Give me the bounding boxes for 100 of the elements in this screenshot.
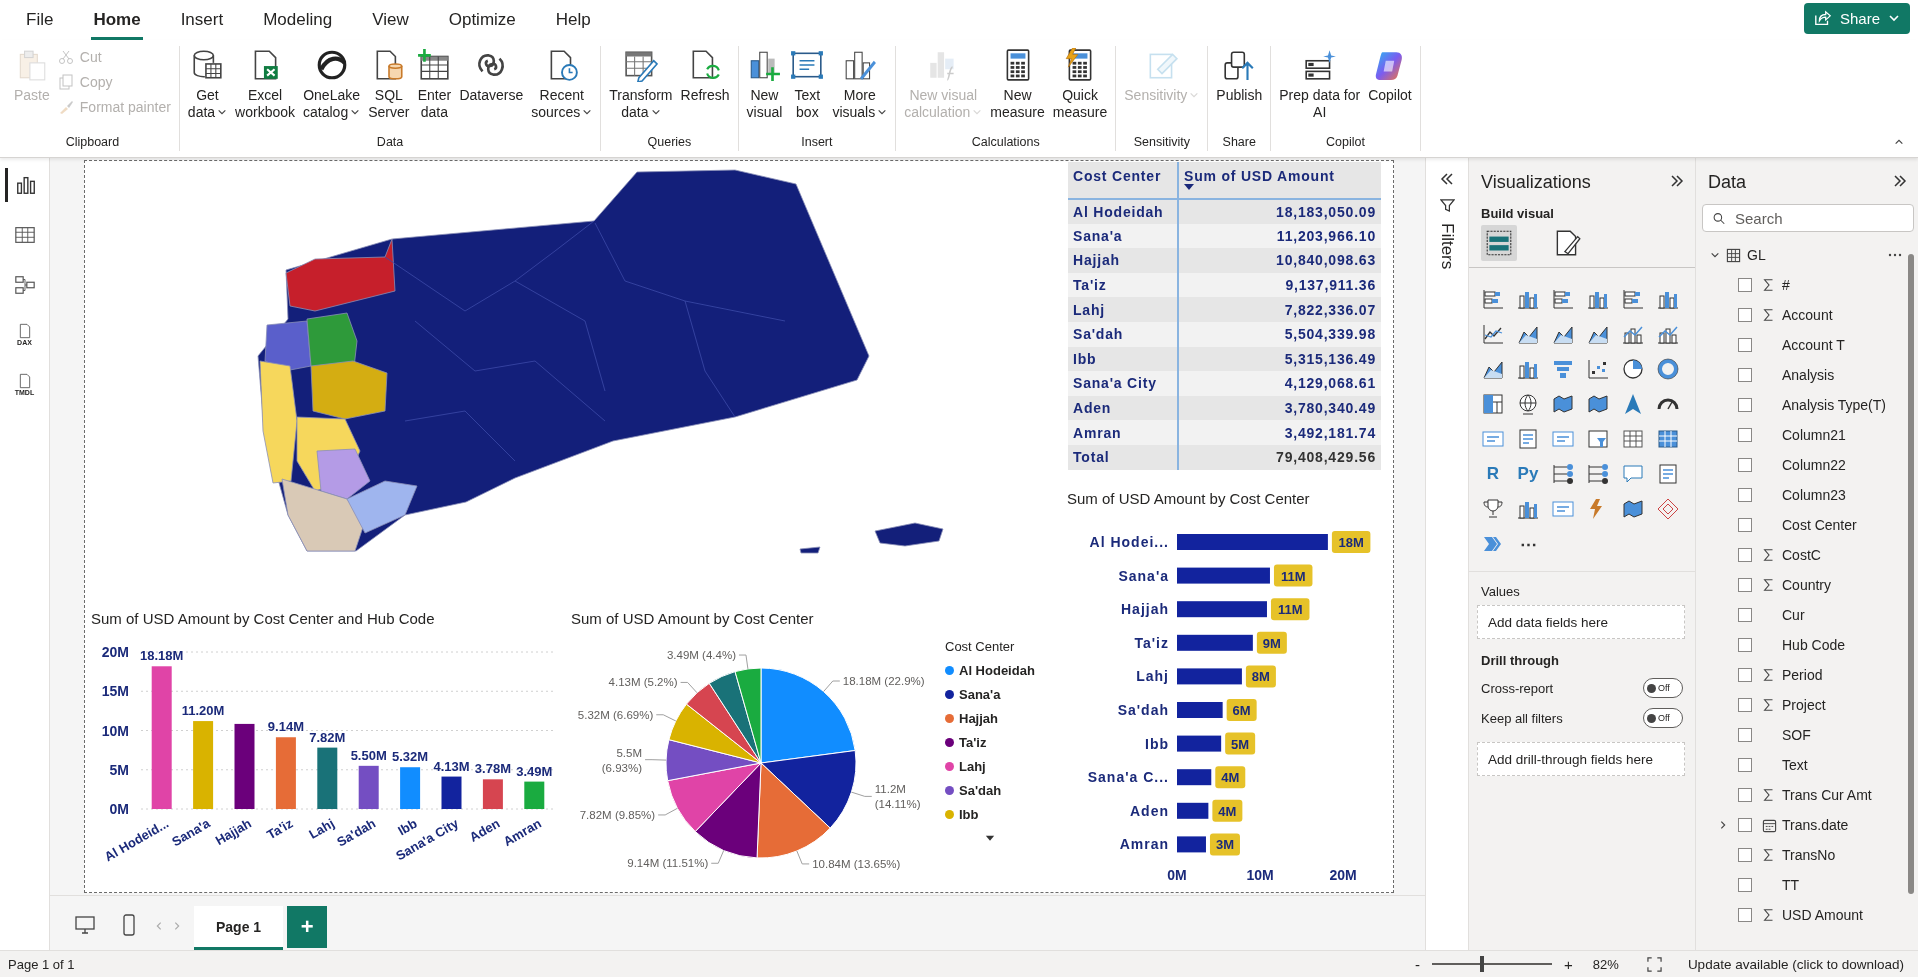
ribbon-button[interactable]: Copilot bbox=[1366, 46, 1414, 106]
field-item[interactable]: Trans.date bbox=[1696, 810, 1918, 840]
bar[interactable] bbox=[1177, 567, 1270, 584]
ribbon-button[interactable]: Publish bbox=[1214, 46, 1265, 106]
drop-zone[interactable]: Add data fields here bbox=[1477, 605, 1685, 639]
checkbox[interactable] bbox=[1738, 788, 1752, 802]
pie-slice[interactable] bbox=[667, 762, 762, 833]
zoom-out-button[interactable]: - bbox=[1411, 955, 1425, 973]
bar[interactable] bbox=[1177, 802, 1209, 819]
checkbox[interactable] bbox=[1738, 638, 1752, 652]
field-item[interactable]: Period bbox=[1696, 660, 1918, 690]
bar[interactable] bbox=[1177, 667, 1242, 684]
ribbon-button[interactable]: Prep data for AI bbox=[1277, 46, 1363, 123]
search-field[interactable]: Search bbox=[1733, 206, 1913, 230]
field-item[interactable]: Trans Cur Amt bbox=[1696, 780, 1918, 810]
toggle-switch[interactable]: Off bbox=[1643, 678, 1683, 698]
bar[interactable] bbox=[1177, 634, 1253, 651]
checkbox[interactable] bbox=[1738, 458, 1752, 472]
checkbox[interactable] bbox=[1738, 728, 1752, 742]
ribbon-button[interactable]: Enter data bbox=[415, 46, 454, 123]
ribbon-button[interactable]: New visual bbox=[744, 46, 785, 123]
checkbox[interactable] bbox=[1738, 548, 1752, 562]
field-item[interactable]: CostC bbox=[1696, 540, 1918, 570]
field-item[interactable]: TransNo bbox=[1696, 840, 1918, 870]
field-item[interactable]: SOF bbox=[1696, 720, 1918, 750]
bar[interactable] bbox=[1177, 701, 1223, 718]
bar[interactable] bbox=[1177, 768, 1212, 785]
field-item[interactable]: Hub Code bbox=[1696, 630, 1918, 660]
field-item[interactable]: Country bbox=[1696, 570, 1918, 600]
checkbox[interactable] bbox=[1738, 368, 1752, 382]
field-item[interactable]: Account bbox=[1696, 300, 1918, 330]
visual-type-button[interactable]: R bbox=[1478, 459, 1508, 489]
column-header[interactable]: Sum of USD Amount bbox=[1178, 162, 1381, 199]
checkbox[interactable] bbox=[1738, 848, 1752, 862]
ribbon-button[interactable]: Excel workbook bbox=[233, 46, 298, 123]
slider-thumb[interactable] bbox=[1479, 956, 1484, 972]
field-item[interactable]: USD Amount bbox=[1696, 900, 1918, 930]
ribbon-button[interactable]: SQL Server bbox=[366, 46, 412, 123]
bar[interactable] bbox=[1177, 600, 1267, 617]
pie-slice[interactable] bbox=[668, 703, 762, 764]
field-item[interactable]: Account T bbox=[1696, 330, 1918, 360]
pie-slice[interactable] bbox=[756, 762, 831, 859]
menu-tab[interactable]: File bbox=[24, 4, 56, 40]
ribbon-button[interactable]: Refresh bbox=[678, 46, 732, 106]
pie-slice[interactable] bbox=[694, 762, 762, 859]
ribbon-button[interactable]: New measure bbox=[988, 46, 1047, 123]
field-item[interactable]: Column21 bbox=[1696, 420, 1918, 450]
table-node[interactable]: GL bbox=[1696, 240, 1918, 270]
checkbox[interactable] bbox=[1738, 698, 1752, 712]
menu-tab[interactable]: Optimize bbox=[446, 4, 518, 40]
zoom-in-button[interactable]: + bbox=[1560, 955, 1577, 973]
checkbox[interactable] bbox=[1738, 428, 1752, 442]
column-header[interactable]: Cost Center bbox=[1068, 162, 1178, 199]
field-item[interactable]: Cost Center bbox=[1696, 510, 1918, 540]
ribbon-button[interactable]: Quick measure bbox=[1050, 46, 1110, 123]
field-item[interactable]: Text bbox=[1696, 750, 1918, 780]
visual-type-button[interactable]: Py bbox=[1513, 459, 1543, 489]
pie-slice[interactable] bbox=[665, 739, 762, 782]
checkbox[interactable] bbox=[1738, 338, 1752, 352]
menu-tab[interactable]: Insert bbox=[178, 4, 226, 40]
pie-slice[interactable] bbox=[685, 682, 762, 764]
checkbox[interactable] bbox=[1738, 278, 1752, 292]
monitor-icon[interactable] bbox=[74, 914, 96, 936]
checkbox[interactable] bbox=[1738, 758, 1752, 772]
ribbon-button[interactable]: Transform data bbox=[607, 46, 675, 123]
pie-slice[interactable] bbox=[708, 671, 762, 764]
field-item[interactable]: Analysis Type(T) bbox=[1696, 390, 1918, 420]
bar[interactable] bbox=[441, 776, 462, 809]
field-item[interactable]: TT bbox=[1696, 870, 1918, 900]
field-item[interactable]: Column23 bbox=[1696, 480, 1918, 510]
ribbon-button[interactable]: Dataverse bbox=[457, 46, 526, 106]
checkbox[interactable] bbox=[1738, 518, 1752, 532]
update-link[interactable]: Update available (click to download) bbox=[1681, 955, 1910, 973]
scrollbar[interactable] bbox=[1908, 254, 1914, 894]
ribbon-button[interactable]: Get data bbox=[185, 46, 230, 123]
bar[interactable] bbox=[1177, 735, 1222, 752]
page-tab[interactable]: Page 1 bbox=[194, 906, 284, 950]
checkbox[interactable] bbox=[1738, 308, 1752, 322]
menu-tab[interactable]: View bbox=[370, 4, 411, 40]
ribbon-button[interactable]: OneLake catalog bbox=[301, 46, 363, 123]
bar[interactable] bbox=[1177, 533, 1328, 550]
ribbon-button[interactable]: Recent sources bbox=[529, 46, 595, 123]
menu-tab[interactable]: Help bbox=[553, 4, 593, 40]
checkbox[interactable] bbox=[1738, 668, 1752, 682]
menu-tab[interactable]: Home bbox=[91, 4, 143, 40]
field-item[interactable]: Project bbox=[1696, 690, 1918, 720]
checkbox[interactable] bbox=[1738, 578, 1752, 592]
ribbon-button[interactable]: More visuals bbox=[830, 46, 890, 123]
checkbox[interactable] bbox=[1738, 908, 1752, 922]
drop-zone[interactable]: Add drill-through fields here bbox=[1477, 742, 1685, 776]
field-item[interactable]: Analysis bbox=[1696, 360, 1918, 390]
toggle-switch[interactable]: Off bbox=[1643, 708, 1683, 728]
menu-tab[interactable]: Modeling bbox=[261, 4, 335, 40]
checkbox[interactable] bbox=[1738, 488, 1752, 502]
field-item[interactable]: # bbox=[1696, 270, 1918, 300]
visual-type-button[interactable]: ⋯ bbox=[1513, 529, 1543, 559]
more-icon[interactable] bbox=[1888, 253, 1902, 257]
pie-slice[interactable] bbox=[734, 667, 762, 764]
ribbon-button[interactable]: Text box bbox=[788, 46, 827, 123]
map-drawing[interactable] bbox=[257, 169, 944, 554]
